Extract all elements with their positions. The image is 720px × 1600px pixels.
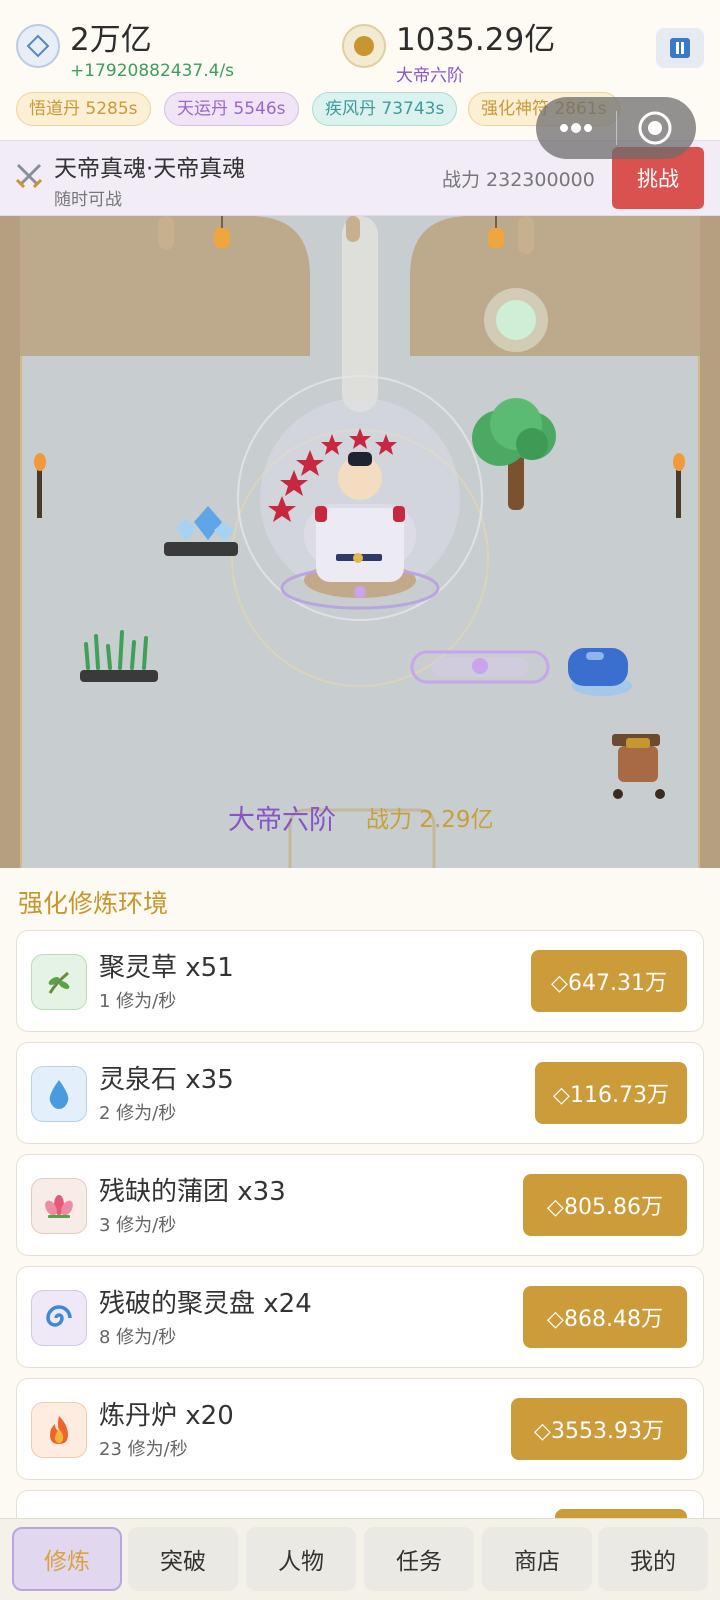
tab-profile[interactable]: 我的 <box>598 1527 708 1591</box>
fire-icon <box>31 1402 87 1458</box>
upgrade-item: 聚灵草 x51 1 修为/秒 ◇647.31万 <box>16 930 704 1032</box>
scene-power-label: 战力 2.29亿 <box>366 807 494 833</box>
spirit-stone-amount: 2万亿 <box>70 22 152 58</box>
furnace-icon <box>612 734 665 799</box>
more-icon[interactable] <box>556 119 596 137</box>
tab-character[interactable]: 人物 <box>246 1527 356 1591</box>
item-rate: 2 修为/秒 <box>99 1103 177 1124</box>
buy-button[interactable]: ◇116.73万 <box>535 1062 687 1124</box>
close-target-icon[interactable] <box>636 109 674 147</box>
pause-icon <box>670 38 690 58</box>
spirit-stone-rate: +17920882437.4/s <box>70 61 235 81</box>
item-name: 灵泉石 x35 <box>99 1065 234 1095</box>
item-rate: 23 修为/秒 <box>99 1439 188 1460</box>
item-name: 聚灵草 x51 <box>99 953 234 983</box>
item-name: 炼丹炉 x20 <box>99 1401 234 1431</box>
crystal-icon <box>164 506 238 556</box>
item-rate: 3 修为/秒 <box>99 1215 177 1236</box>
coin-icon <box>342 24 386 68</box>
torch-icon <box>34 453 46 518</box>
game-screen: { "resources": { "spirit_stone": { "amou… <box>0 0 720 1600</box>
buy-button[interactable] <box>555 1509 687 1518</box>
torch-icon <box>673 453 685 518</box>
upgrade-item: 炼丹炉 x20 23 修为/秒 ◇3553.93万 <box>16 1378 704 1480</box>
item-name: 残破的聚灵盘 x24 <box>99 1289 312 1319</box>
spirit-disk-icon <box>410 650 550 684</box>
miniprogram-capsule <box>536 97 696 159</box>
scene-art <box>0 216 720 868</box>
tab-breakthrough[interactable]: 突破 <box>128 1527 238 1591</box>
spirit-spring-stone-icon <box>568 648 632 696</box>
crossed-swords-icon <box>14 161 44 195</box>
buy-button[interactable]: ◇805.86万 <box>523 1174 687 1236</box>
buy-button[interactable]: ◇3553.93万 <box>511 1398 687 1460</box>
upgrade-panel: 强化修炼环境 聚灵草 x51 1 修为/秒 ◇647.31万 灵泉石 x35 2… <box>0 868 720 1518</box>
upgrade-item: 残破的聚灵盘 x24 8 修为/秒 ◇868.48万 <box>16 1266 704 1368</box>
tree-icon <box>472 398 556 510</box>
scene-realm-label: 大帝六阶 <box>228 805 336 836</box>
upgrade-item-partial <box>16 1490 704 1518</box>
water-drop-icon <box>31 1066 87 1122</box>
boss-status: 随时可战 <box>54 190 122 210</box>
lotus-icon <box>31 1178 87 1234</box>
buff-pill: 天运丹 5546s <box>164 92 299 126</box>
buff-pill: 疾风丹 73743s <box>312 92 458 126</box>
upgrade-item: 灵泉石 x35 2 修为/秒 ◇116.73万 <box>16 1042 704 1144</box>
upgrade-item: 残缺的蒲团 x33 3 修为/秒 ◇805.86万 <box>16 1154 704 1256</box>
item-name: 残缺的蒲团 x33 <box>99 1177 286 1207</box>
pause-button[interactable] <box>656 28 704 68</box>
swirl-icon <box>31 1290 87 1346</box>
buff-pill: 悟道丹 5285s <box>16 92 151 126</box>
boss-name: 天帝真魂·天帝真魂 <box>54 156 246 182</box>
realm-label: 大帝六阶 <box>396 66 464 86</box>
boss-power: 战力 232300000 <box>442 169 595 191</box>
diamond-icon <box>16 24 60 68</box>
item-rate: 8 修为/秒 <box>99 1327 177 1348</box>
cultivation-scene: 大帝六阶 战力 2.29亿 <box>0 216 720 868</box>
bottom-nav: 修炼 突破 人物 任务 商店 我的 <box>0 1518 720 1600</box>
tab-quests[interactable]: 任务 <box>364 1527 474 1591</box>
tab-cultivate[interactable]: 修炼 <box>12 1527 122 1591</box>
gold-amount: 1035.29亿 <box>396 22 556 58</box>
panel-title: 强化修炼环境 <box>18 889 169 918</box>
buy-button[interactable]: ◇647.31万 <box>531 950 687 1012</box>
tab-shop[interactable]: 商店 <box>482 1527 592 1591</box>
item-rate: 1 修为/秒 <box>99 991 177 1012</box>
grass-icon <box>80 630 158 682</box>
buy-button[interactable]: ◇868.48万 <box>523 1286 687 1348</box>
herb-icon <box>31 954 87 1010</box>
